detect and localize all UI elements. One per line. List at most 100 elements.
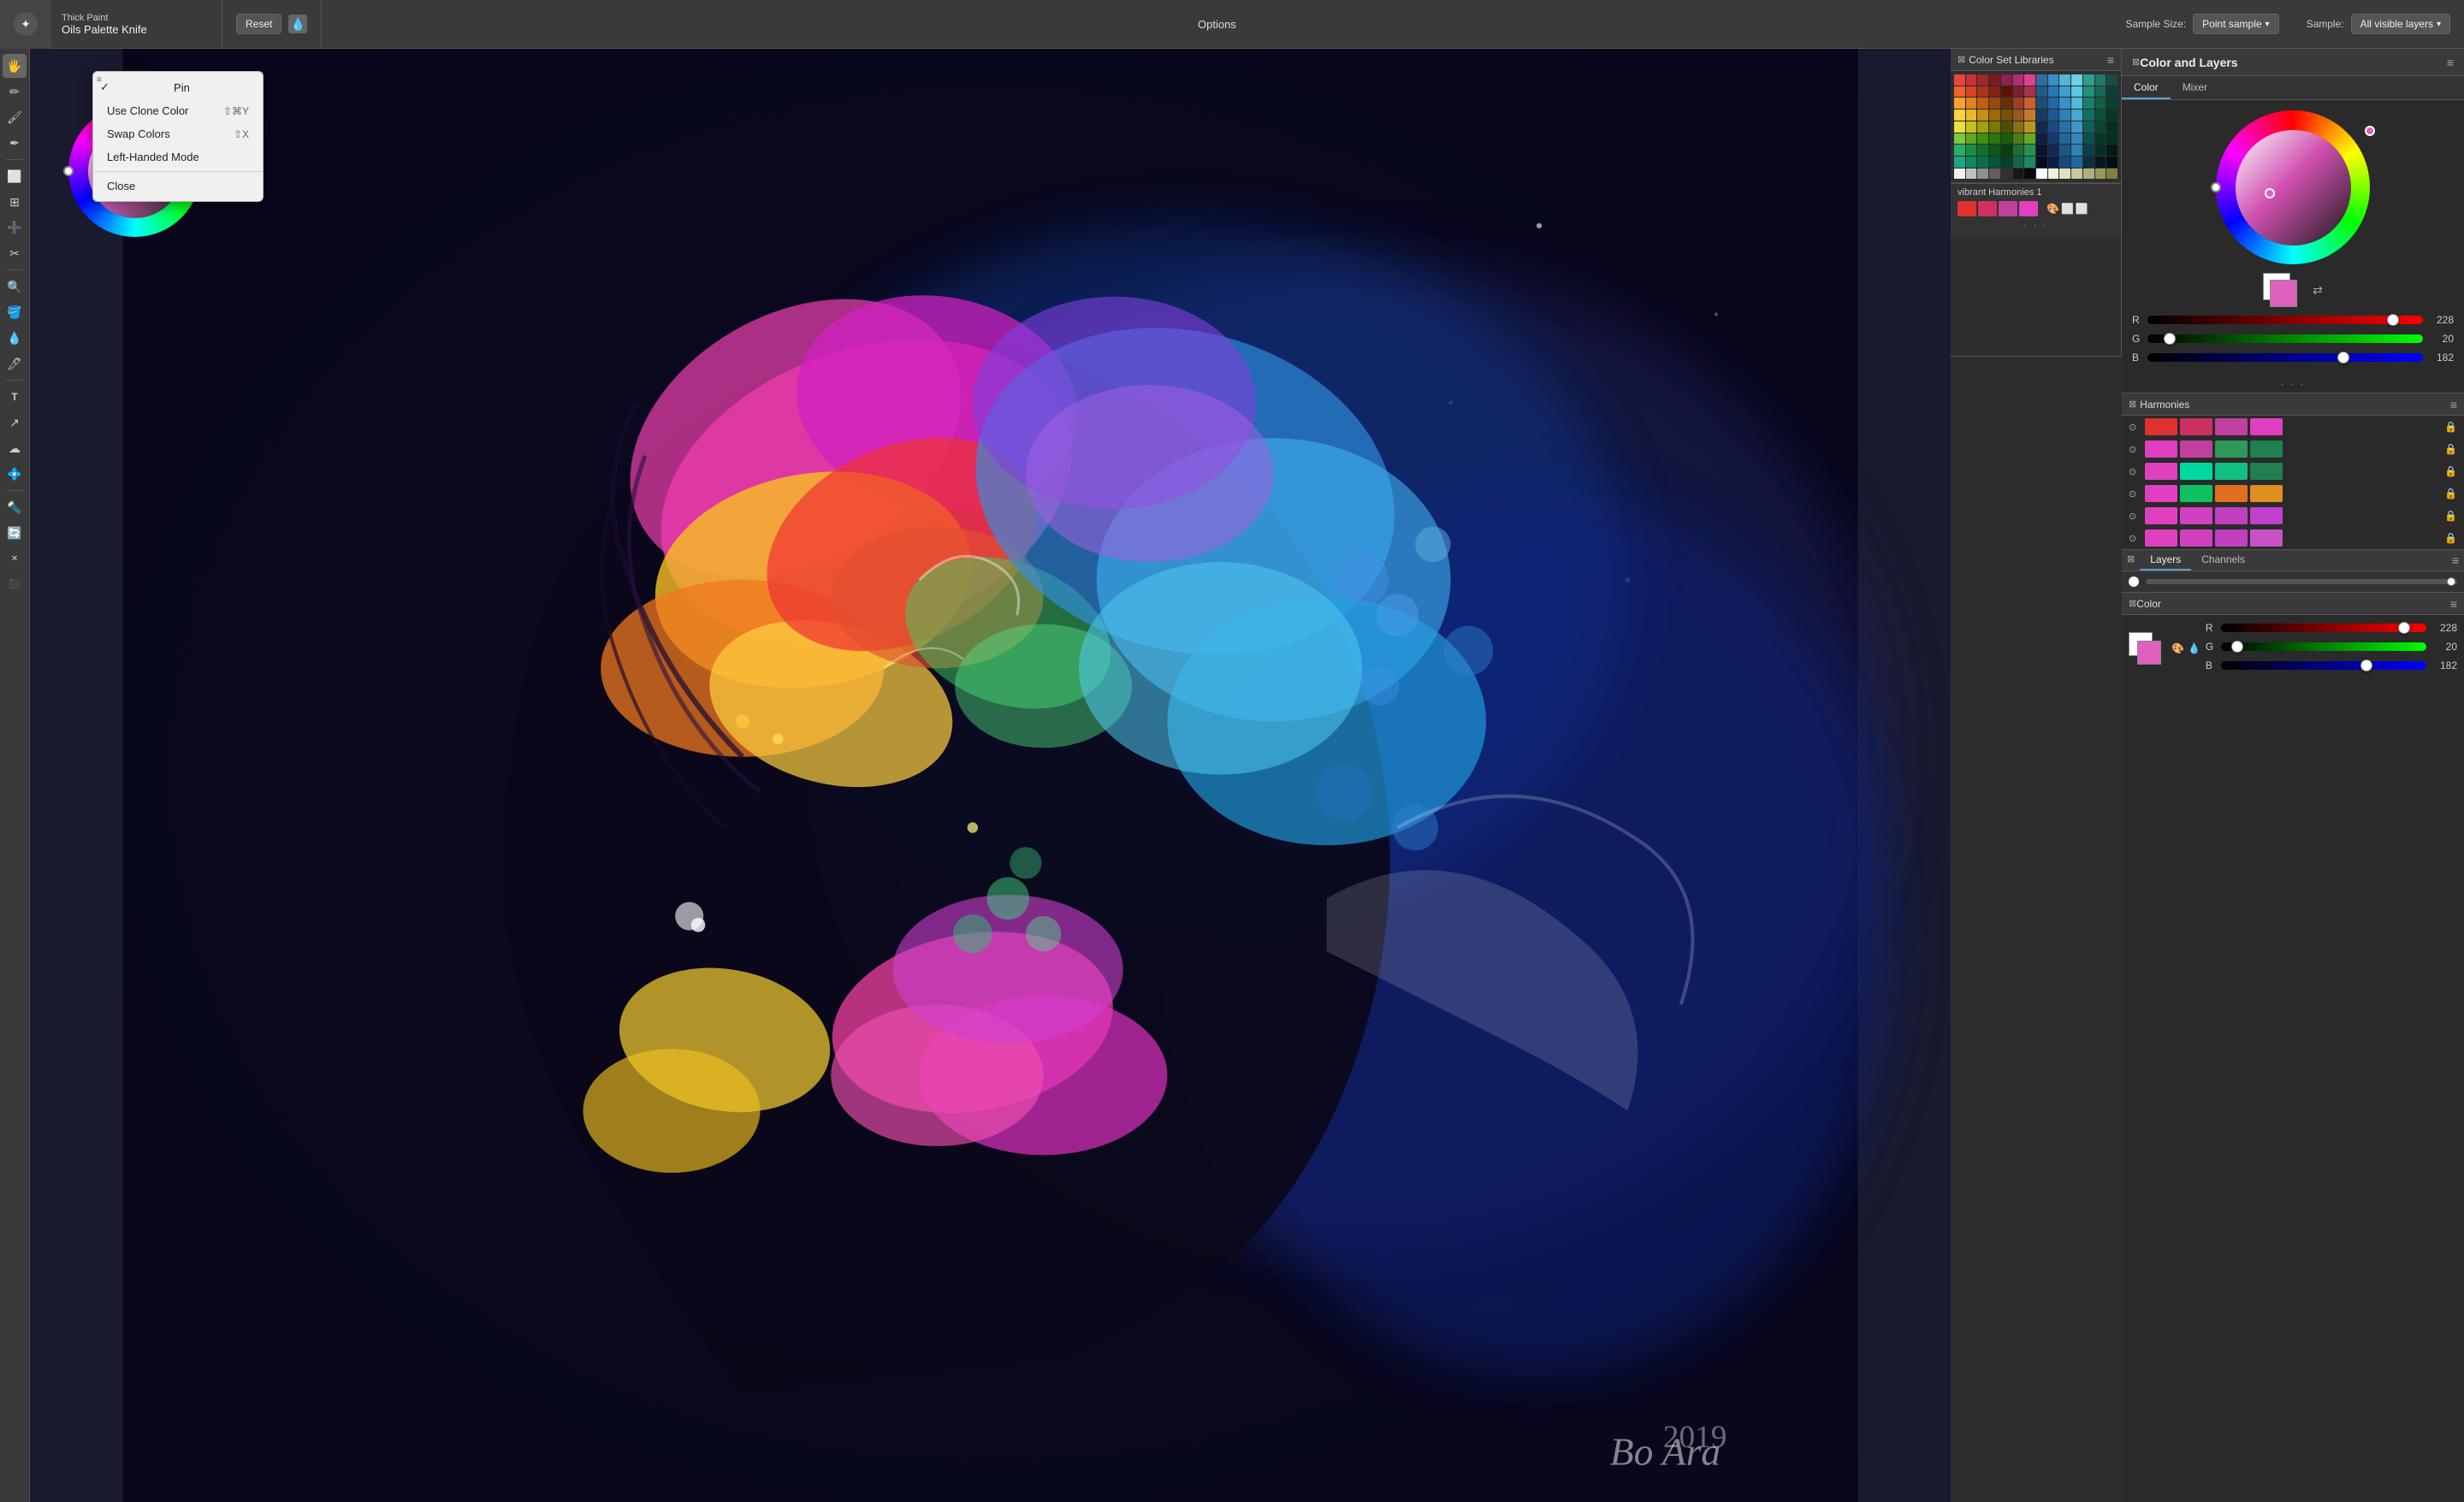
color-swatch[interactable]: [2013, 133, 2024, 145]
main-wheel-pink-handle[interactable]: [2365, 126, 2375, 136]
harmony-color-swatch[interactable]: [2145, 418, 2177, 435]
color-swatch[interactable]: [1966, 86, 1977, 98]
harmony-color-swatch[interactable]: [2215, 441, 2248, 458]
harmony-swatch-4[interactable]: [2019, 201, 2038, 216]
layer-icon[interactable]: ⬜: [2061, 203, 2074, 215]
tool-pen[interactable]: ✒: [3, 131, 27, 155]
color-swatch[interactable]: [1966, 157, 1977, 168]
color-swatch[interactable]: [2083, 121, 2094, 133]
color-swatch[interactable]: [1977, 157, 1988, 168]
tool-select[interactable]: ⊞: [3, 190, 27, 214]
tool-erase[interactable]: ✕: [3, 547, 27, 571]
menu-item-left-handed[interactable]: Left-Handed Mode: [93, 145, 263, 169]
color-swatch[interactable]: [2071, 169, 2082, 180]
tool-pencil[interactable]: ✏: [3, 80, 27, 103]
harmony-color-swatch[interactable]: [2250, 441, 2283, 458]
color-swatch[interactable]: [1954, 157, 1965, 168]
opacity-slider[interactable]: [2146, 579, 2457, 584]
harmony-color-swatch[interactable]: [2215, 507, 2248, 524]
main-panel-menu-icon[interactable]: ≡: [2447, 56, 2454, 69]
color-swatch[interactable]: [1977, 98, 1988, 109]
color-swatch[interactable]: [2083, 145, 2094, 156]
color-swatch[interactable]: [2048, 145, 2059, 156]
harmony-color-swatch[interactable]: [2145, 529, 2177, 547]
color-swatch[interactable]: [2024, 109, 2035, 121]
harmony-color-swatch[interactable]: [2180, 441, 2212, 458]
harmony-color-swatch[interactable]: [2250, 463, 2283, 480]
color-swatch[interactable]: [1954, 169, 1965, 180]
bottom-g-slider[interactable]: [2221, 642, 2426, 651]
color-swatch[interactable]: [2013, 157, 2024, 168]
color-swatch[interactable]: [2095, 145, 2106, 156]
color-swatch[interactable]: [2036, 121, 2047, 133]
bottom-tool-icon-2[interactable]: 💧: [2188, 642, 2200, 654]
tab-layers[interactable]: Layers: [2140, 550, 2191, 571]
color-swatch[interactable]: [1989, 157, 2000, 168]
main-color-wheel-ring[interactable]: [2216, 110, 2370, 264]
color-swatch[interactable]: [1989, 133, 2000, 145]
color-swatch[interactable]: [2013, 145, 2024, 156]
bottom-fg-box[interactable]: [2137, 641, 2161, 665]
color-swatch[interactable]: [2036, 86, 2047, 98]
harmony-lock-icon[interactable]: 🔒: [2444, 510, 2457, 522]
color-swatch[interactable]: [1989, 74, 2000, 86]
bottom-tool-icon-1[interactable]: 🎨: [2171, 642, 2184, 654]
tool-brush[interactable]: 🖌: [3, 105, 27, 129]
harmony-row-icon[interactable]: ⊙: [2129, 466, 2142, 477]
color-set-panel-menu-icon[interactable]: ≡: [2107, 53, 2114, 67]
menu-item-close[interactable]: Close: [93, 174, 263, 198]
color-swatch[interactable]: [2001, 74, 2012, 86]
tool-smudge[interactable]: 🖊: [3, 352, 27, 376]
color-swatch[interactable]: [1989, 121, 2000, 133]
harmony-color-swatch[interactable]: [2145, 507, 2177, 524]
color-swatch[interactable]: [2036, 98, 2047, 109]
color-swatch[interactable]: [2071, 133, 2082, 145]
tool-vector[interactable]: ↗: [3, 411, 27, 435]
bottom-b-slider[interactable]: [2221, 661, 2426, 670]
color-swatch[interactable]: [2083, 86, 2094, 98]
harmony-color-swatch[interactable]: [2215, 529, 2248, 547]
color-swatch[interactable]: [1966, 133, 1977, 145]
fg-color-box[interactable]: [2270, 280, 2297, 307]
color-set-panel-close[interactable]: ⊠: [1958, 54, 1965, 65]
swap-colors-icon[interactable]: ⇄: [2313, 283, 2323, 298]
color-swatch[interactable]: [2071, 98, 2082, 109]
color-swatch[interactable]: [2059, 86, 2070, 98]
tab-mixer[interactable]: Mixer: [2171, 76, 2219, 99]
color-swatch[interactable]: [2048, 74, 2059, 86]
color-swatch[interactable]: [2106, 121, 2118, 133]
color-swatch[interactable]: [2001, 121, 2012, 133]
tool-liquify[interactable]: 💠: [3, 462, 27, 486]
harmony-color-swatch[interactable]: [2215, 485, 2248, 502]
harmony-color-swatch[interactable]: [2250, 507, 2283, 524]
main-color-wheel[interactable]: [2122, 100, 2464, 269]
color-swatch[interactable]: [2059, 157, 2070, 168]
color-swatch[interactable]: [2001, 109, 2012, 121]
color-swatch[interactable]: [1966, 121, 1977, 133]
color-swatch[interactable]: [2059, 121, 2070, 133]
color-swatch[interactable]: [2106, 145, 2118, 156]
color-swatch[interactable]: [2106, 86, 2118, 98]
color-swatch[interactable]: [1977, 109, 1988, 121]
color-swatch[interactable]: [2083, 169, 2094, 180]
harmony-lock-icon[interactable]: 🔒: [2444, 443, 2457, 455]
color-swatch[interactable]: [1966, 109, 1977, 121]
harmony-swatch-3[interactable]: [1999, 201, 2017, 216]
harmony-color-swatch[interactable]: [2180, 507, 2212, 524]
color-swatch[interactable]: [2059, 145, 2070, 156]
tool-transform[interactable]: ➕: [3, 216, 27, 239]
harmony-row-icon[interactable]: ⊙: [2129, 444, 2142, 455]
harmony-color-swatch[interactable]: [2145, 463, 2177, 480]
color-swatch[interactable]: [1954, 98, 1965, 109]
layers-close[interactable]: ⊠: [2122, 550, 2140, 571]
harmony-color-swatch[interactable]: [2180, 418, 2212, 435]
harmonies-menu-icon[interactable]: ≡: [2450, 398, 2457, 411]
color-swatch[interactable]: [2048, 109, 2059, 121]
menu-item-use-clone-color[interactable]: Use Clone Color ⇧⌘Y: [93, 99, 263, 122]
color-swatch[interactable]: [2095, 74, 2106, 86]
color-swatch[interactable]: [2095, 109, 2106, 121]
color-swatch[interactable]: [2059, 133, 2070, 145]
color-swatch[interactable]: [2095, 86, 2106, 98]
color-swatch[interactable]: [2048, 133, 2059, 145]
color-swatch[interactable]: [1977, 121, 1988, 133]
